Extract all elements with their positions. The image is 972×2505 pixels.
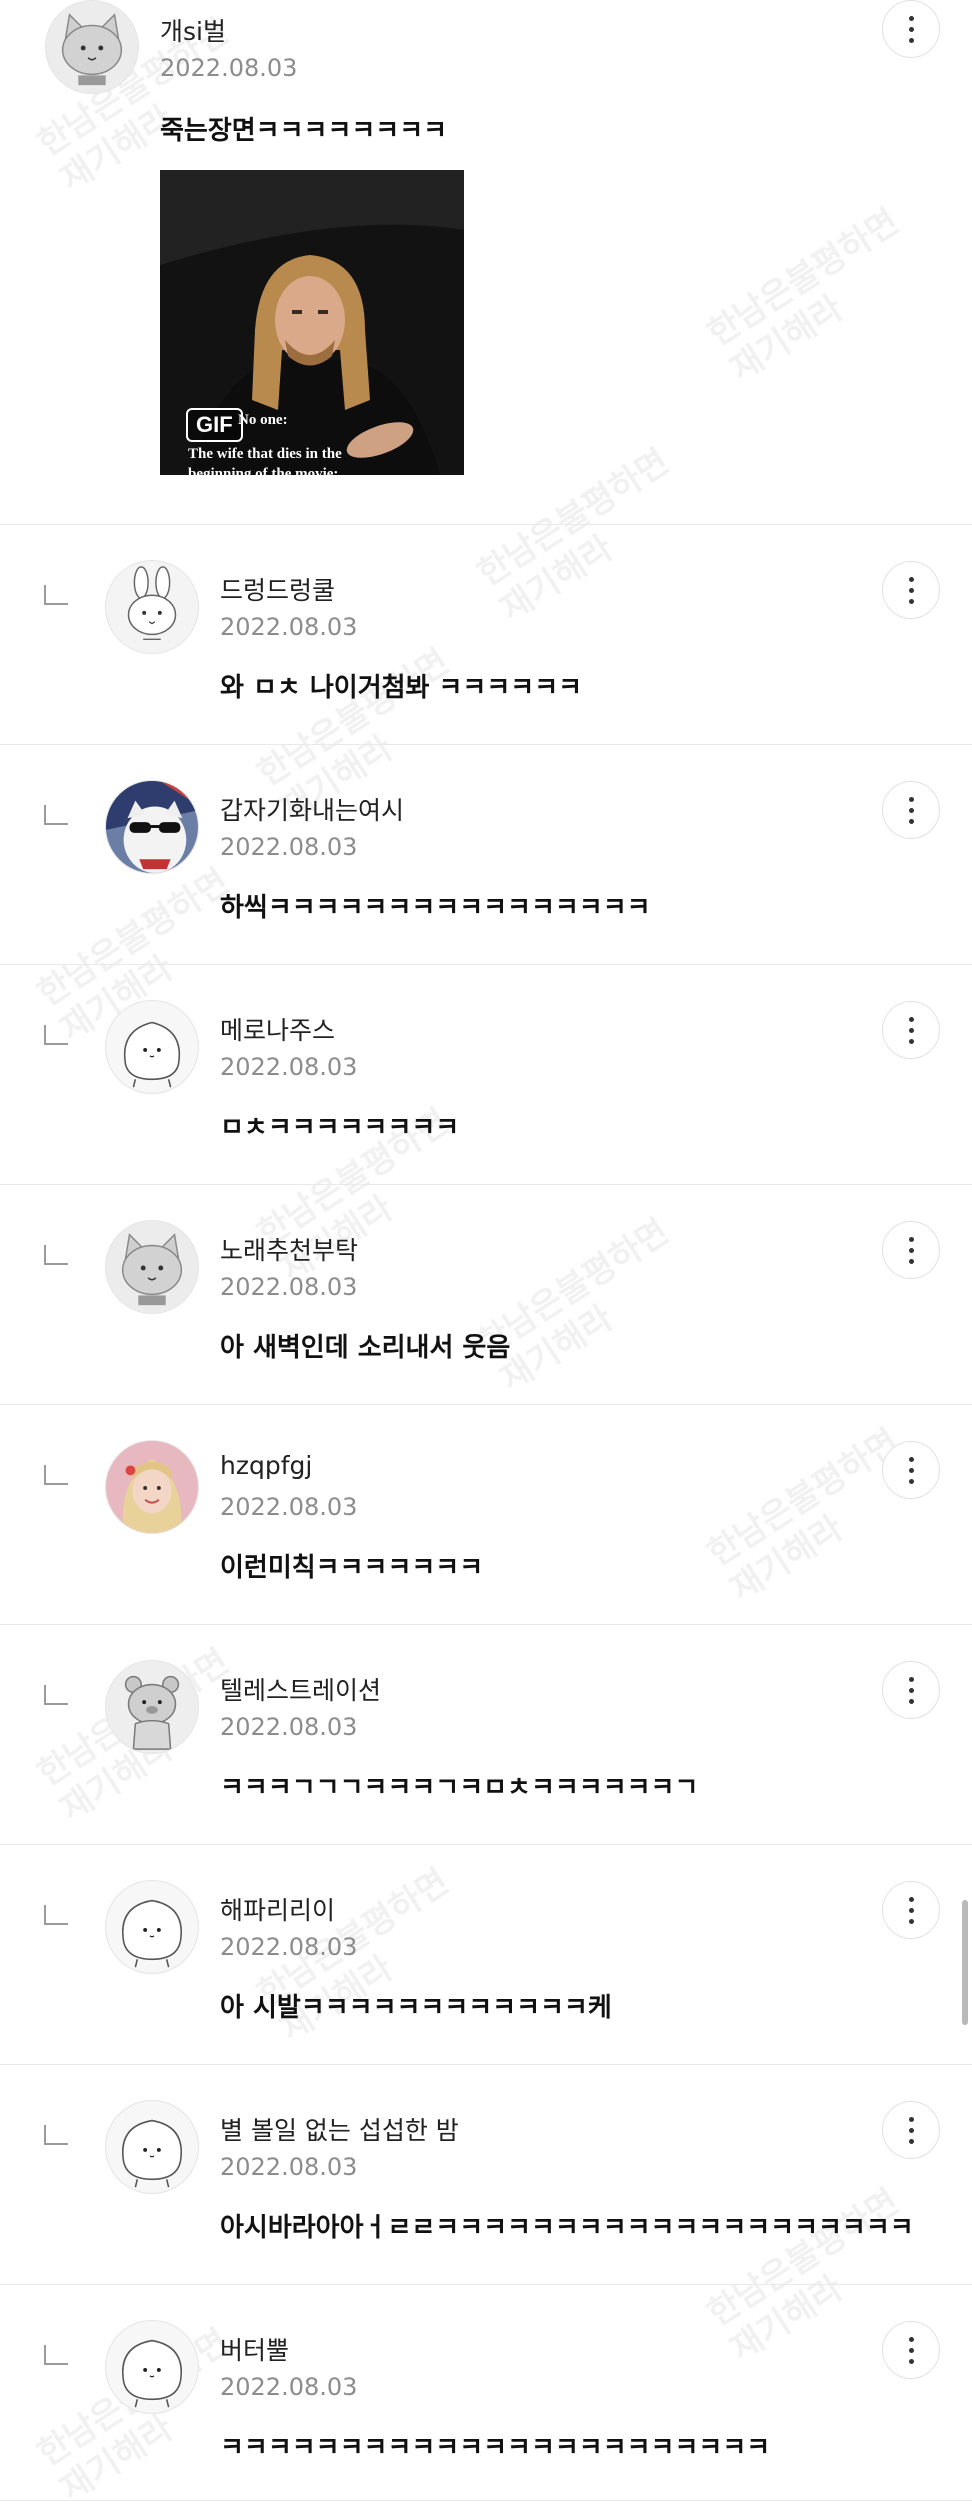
reply-indent-icon <box>44 585 68 605</box>
more-options-button[interactable] <box>882 1001 940 1059</box>
reply-item: 별 볼일 없는 섭섭한 밤 2022.08.03 아시바라아아ㅓㄹㄹㅋㅋㅋㅋㅋㅋ… <box>0 2065 972 2285</box>
avatar[interactable] <box>105 560 199 654</box>
comment-date: 2022.08.03 <box>220 833 358 861</box>
comment-nickname[interactable]: 갑자기화내는여시 <box>220 791 404 827</box>
comment-nickname[interactable]: 별 볼일 없는 섭섭한 밤 <box>220 2111 459 2147</box>
comment-date: 2022.08.03 <box>160 54 298 82</box>
comment-date: 2022.08.03 <box>220 2373 358 2401</box>
comment-date: 2022.08.03 <box>220 1933 358 1961</box>
comment-text: 하씩ㅋㅋㅋㅋㅋㅋㅋㅋㅋㅋㅋㅋㅋㅋㅋㅋ <box>220 893 651 923</box>
avatar[interactable] <box>105 1440 199 1534</box>
comment-nickname[interactable]: 해파리리이 <box>220 1891 335 1927</box>
reply-indent-icon <box>44 2125 68 2145</box>
reply-indent-icon <box>44 1685 68 1705</box>
avatar[interactable] <box>105 780 199 874</box>
reply-indent-icon <box>44 1245 68 1265</box>
comment-nickname[interactable]: 노래추천부탁 <box>220 1231 358 1267</box>
reply-item: 갑자기화내는여시 2022.08.03 하씩ㅋㅋㅋㅋㅋㅋㅋㅋㅋㅋㅋㅋㅋㅋㅋㅋ <box>0 745 972 965</box>
comment-date: 2022.08.03 <box>220 613 358 641</box>
comment-date: 2022.08.03 <box>220 2153 358 2181</box>
avatar[interactable] <box>45 0 139 94</box>
avatar[interactable] <box>105 1000 199 1094</box>
reply-item: 노래추천부탁 2022.08.03 아 새벽인데 소리내서 웃음 <box>0 1185 972 1405</box>
comment-nickname[interactable]: hzqpfgj <box>220 1451 312 1480</box>
cat-sunglasses-photo-icon <box>106 781 198 873</box>
avatar[interactable] <box>105 1660 199 1754</box>
reply-item: 드렁드렁쿨 2022.08.03 와 ㅁㅊ 나이거첨봐 ㅋㅋㅋㅋㅋㅋ <box>0 525 972 745</box>
gif-caption: The wife that dies in the <box>188 446 342 462</box>
more-options-button[interactable] <box>882 1661 940 1719</box>
more-options-button[interactable] <box>882 2321 940 2379</box>
reply-item: 메로나주스 2022.08.03 ㅁㅊㅋㅋㅋㅋㅋㅋㅋㅋ <box>0 965 972 1185</box>
blonde-person-photo-icon <box>106 1441 198 1533</box>
comment-text: ㅋㅋㅋㄱㄱㄱㅋㅋㅋㄱㅋㅁㅊㅋㅋㅋㅋㅋㅋㄱ <box>220 1773 699 1803</box>
reply-indent-icon <box>44 1465 68 1485</box>
reply-item: hzqpfgj 2022.08.03 이런미칙ㅋㅋㅋㅋㅋㅋㅋ <box>0 1405 972 1625</box>
avatar[interactable] <box>105 1880 199 1974</box>
gif-badge: GIF <box>186 408 243 442</box>
blob-avatar-icon <box>106 2101 198 2193</box>
reply-item: 버터뿔 2022.08.03 ㅋㅋㅋㅋㅋㅋㅋㅋㅋㅋㅋㅋㅋㅋㅋㅋㅋㅋㅋㅋㅋㅋㅋ <box>0 2285 972 2505</box>
comment-text: ㅁㅊㅋㅋㅋㅋㅋㅋㅋㅋ <box>220 1113 460 1143</box>
reply-indent-icon <box>44 1905 68 1925</box>
bear-avatar-icon <box>106 1661 198 1753</box>
more-options-button[interactable] <box>882 0 940 58</box>
more-options-button[interactable] <box>882 561 940 619</box>
comment-text: 아시바라아아ㅓㄹㄹㅋㅋㅋㅋㅋㅋㅋㅋㅋㅋㅋㅋㅋㅋㅋㅋㅋㅋㅋㅋ <box>220 2213 914 2243</box>
avatar[interactable] <box>105 1220 199 1314</box>
gray-cat-avatar-icon <box>46 1 138 93</box>
gray-cat-avatar-icon <box>106 1221 198 1313</box>
reply-indent-icon <box>44 2345 68 2365</box>
avatar[interactable] <box>105 2100 199 2194</box>
reply-indent-icon <box>44 1025 68 1045</box>
comment-text: 아 시발ㅋㅋㅋㅋㅋㅋㅋㅋㅋㅋㅋㅋ케 <box>220 1993 612 2023</box>
divider <box>0 2500 972 2501</box>
gif-caption: No one: <box>238 412 288 428</box>
comment-nickname[interactable]: 버터뿔 <box>220 2331 289 2367</box>
scrollbar[interactable] <box>962 1900 968 2025</box>
comment-nickname[interactable]: 드렁드렁쿨 <box>220 571 335 607</box>
more-options-button[interactable] <box>882 2101 940 2159</box>
comment-date: 2022.08.03 <box>220 1053 358 1081</box>
rabbit-avatar-icon <box>106 561 198 653</box>
gif-image[interactable]: GIF No one: The wife that dies in the be… <box>160 170 464 475</box>
comment-date: 2022.08.03 <box>220 1713 358 1741</box>
comment-nickname[interactable]: 개si벌 <box>160 12 226 48</box>
reply-item: 해파리리이 2022.08.03 아 시발ㅋㅋㅋㅋㅋㅋㅋㅋㅋㅋㅋㅋ케 <box>0 1845 972 2065</box>
reply-indent-icon <box>44 805 68 825</box>
blob-avatar-icon <box>106 1001 198 1093</box>
comment-text: 이런미칙ㅋㅋㅋㅋㅋㅋㅋ <box>220 1553 484 1583</box>
more-options-button[interactable] <box>882 1441 940 1499</box>
blob-avatar-icon <box>106 2321 198 2413</box>
comment-nickname[interactable]: 텔레스트레이션 <box>220 1671 381 1707</box>
more-options-button[interactable] <box>882 781 940 839</box>
comment-text: ㅋㅋㅋㅋㅋㅋㅋㅋㅋㅋㅋㅋㅋㅋㅋㅋㅋㅋㅋㅋㅋㅋㅋ <box>220 2433 771 2463</box>
comment-text: 와 ㅁㅊ 나이거첨봐 ㅋㅋㅋㅋㅋㅋ <box>220 673 583 703</box>
comment-text: 아 새벽인데 소리내서 웃음 <box>220 1333 511 1363</box>
reply-item: 텔레스트레이션 2022.08.03 ㅋㅋㅋㄱㄱㄱㅋㅋㅋㄱㅋㅁㅊㅋㅋㅋㅋㅋㅋㄱ <box>0 1625 972 1845</box>
more-options-button[interactable] <box>882 1221 940 1279</box>
more-options-button[interactable] <box>882 1881 940 1939</box>
comment-date: 2022.08.03 <box>220 1273 358 1301</box>
avatar[interactable] <box>105 2320 199 2414</box>
comment-text: 죽는장면ㅋㅋㅋㅋㅋㅋㅋㅋ <box>160 116 448 146</box>
gif-caption: beginning of the movie: <box>188 466 339 475</box>
comment-nickname[interactable]: 메로나주스 <box>220 1011 335 1047</box>
comment-date: 2022.08.03 <box>220 1493 358 1521</box>
comment-item: 개si벌 2022.08.03 죽는장면ㅋㅋㅋㅋㅋㅋㅋㅋ GIF No one:… <box>0 0 972 525</box>
blob-avatar-icon <box>106 1881 198 1973</box>
